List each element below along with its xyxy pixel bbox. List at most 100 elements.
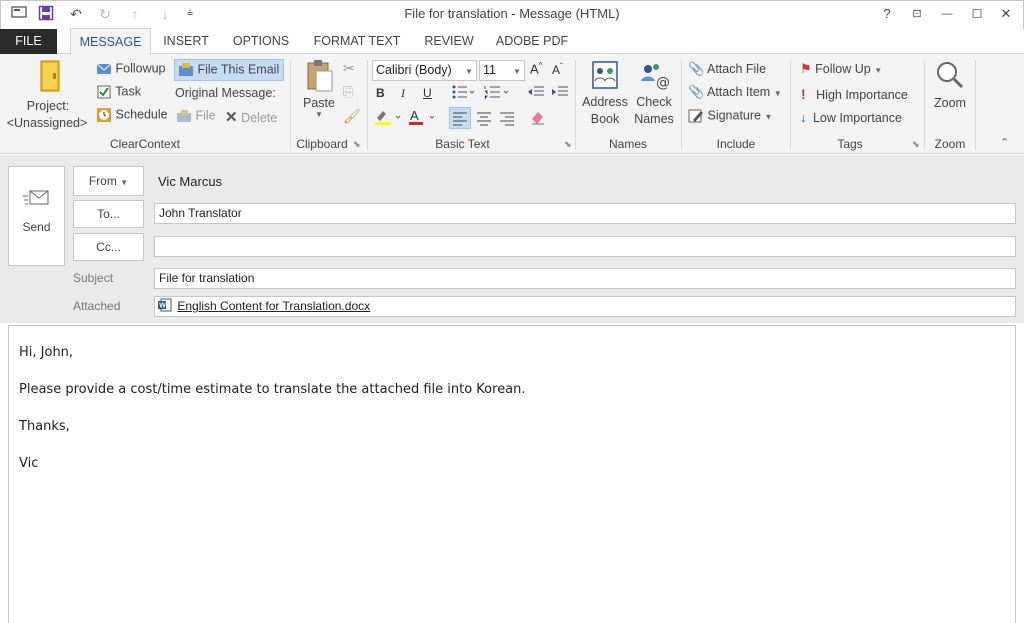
bullets-icon bbox=[452, 85, 475, 99]
align-center-button[interactable] bbox=[475, 108, 493, 131]
tab-format-text[interactable]: FORMAT TEXT bbox=[310, 29, 404, 54]
group-divider bbox=[924, 60, 925, 150]
project-button[interactable]: Project: <Unassigned> bbox=[6, 59, 88, 134]
schedule-button[interactable]: Schedule bbox=[96, 107, 168, 127]
address-book-label-2: Book bbox=[590, 112, 620, 126]
align-left-button[interactable] bbox=[449, 107, 471, 129]
bullets-button[interactable] bbox=[452, 84, 476, 102]
format-painter-icon[interactable]: 🖌 bbox=[343, 108, 361, 125]
grow-font-icon[interactable]: A^ bbox=[530, 61, 542, 76]
maximize-button[interactable]: ☐ bbox=[966, 4, 988, 24]
chevron-down-icon: ▼ bbox=[764, 112, 773, 122]
clipboard-launcher-icon[interactable]: ⬊ bbox=[353, 139, 361, 150]
check-names-button[interactable]: @ Check Names bbox=[632, 59, 676, 134]
tags-launcher-icon[interactable]: ⬊ bbox=[912, 139, 920, 150]
zoom-button[interactable]: Zoom bbox=[929, 59, 971, 129]
flag-icon: ⚑ bbox=[800, 61, 812, 76]
group-divider bbox=[575, 60, 576, 150]
followup-button[interactable]: Followup bbox=[96, 61, 166, 81]
clear-formatting-icon[interactable] bbox=[529, 109, 547, 128]
project-value: <Unassigned> bbox=[6, 116, 88, 130]
help-button[interactable]: ? bbox=[876, 4, 898, 24]
send-button[interactable]: Send bbox=[8, 166, 65, 266]
attach-file-label: Attach File bbox=[706, 62, 767, 76]
from-button[interactable]: From ▼ bbox=[73, 166, 144, 196]
file-label: File bbox=[195, 108, 216, 123]
chevron-down-icon: ▼ bbox=[120, 178, 129, 187]
original-message-label: Original Message: bbox=[175, 86, 276, 100]
attach-item-button[interactable]: 📎 Attach Item ▼ bbox=[688, 84, 782, 100]
task-checkbox-icon bbox=[97, 85, 111, 99]
attachment-link[interactable]: English Content for Translation.docx bbox=[177, 299, 370, 313]
ribbon-display-options-button[interactable]: ⊡ bbox=[906, 4, 928, 24]
tab-review[interactable]: REVIEW bbox=[420, 29, 478, 54]
to-field[interactable]: John Translator bbox=[154, 203, 1016, 224]
address-book-label-1: Address bbox=[582, 95, 628, 109]
paperclip-icon: 📎 bbox=[688, 61, 705, 76]
underline-button[interactable]: U bbox=[423, 86, 432, 100]
font-color-icon: A bbox=[409, 108, 435, 125]
numbering-button[interactable] bbox=[484, 84, 510, 102]
basic-text-launcher-icon[interactable]: ⬊ bbox=[564, 139, 572, 150]
attachment-field[interactable]: W English Content for Translation.docx bbox=[154, 296, 1016, 317]
attach-file-button[interactable]: 📎 Attach File bbox=[688, 61, 766, 77]
delete-button[interactable]: ✕ Delete bbox=[225, 108, 277, 126]
subject-field[interactable]: File for translation bbox=[154, 268, 1016, 289]
cut-icon[interactable]: ✂ bbox=[343, 60, 355, 77]
tab-adobe-pdf[interactable]: ADOBE PDF bbox=[492, 29, 572, 54]
font-size-select[interactable]: 11 ▼ bbox=[479, 60, 525, 81]
cc-field[interactable] bbox=[154, 236, 1016, 257]
message-body[interactable]: Hi, John, Please provide a cost/time est… bbox=[8, 325, 1016, 623]
file-email-icon bbox=[179, 63, 193, 76]
highlighter-icon bbox=[375, 111, 401, 125]
font-name-select[interactable]: Calibri (Body) ▼ bbox=[372, 60, 477, 81]
file-this-email-button[interactable]: File This Email bbox=[174, 59, 285, 81]
group-divider bbox=[681, 60, 682, 150]
font-color-button[interactable]: A bbox=[408, 108, 438, 126]
delete-x-icon: ✕ bbox=[225, 109, 238, 126]
address-book-button[interactable]: Address Book bbox=[579, 59, 631, 134]
highlight-button[interactable] bbox=[374, 108, 404, 126]
tab-options[interactable]: OPTIONS bbox=[228, 29, 294, 54]
svg-text:W: W bbox=[159, 303, 166, 310]
folder-icon bbox=[40, 60, 60, 92]
close-button[interactable]: ✕ bbox=[995, 4, 1017, 24]
decrease-indent-icon[interactable] bbox=[527, 85, 545, 102]
signature-button[interactable]: Signature ▼ bbox=[688, 108, 772, 124]
follow-up-label: Follow Up bbox=[815, 62, 871, 76]
attach-item-label: Attach Item bbox=[706, 85, 771, 99]
low-importance-button[interactable]: ↓ Low Importance bbox=[800, 110, 902, 125]
schedule-label: Schedule bbox=[115, 107, 168, 122]
high-importance-button[interactable]: ! High Importance bbox=[801, 86, 908, 102]
chevron-down-icon: ▼ bbox=[465, 67, 473, 76]
minimize-button[interactable]: — bbox=[936, 4, 958, 24]
file-folder-icon bbox=[177, 110, 191, 122]
high-importance-label: High Importance bbox=[816, 88, 908, 102]
zoom-label: Zoom bbox=[934, 96, 966, 110]
file-button[interactable]: File bbox=[176, 108, 216, 124]
followup-envelope-icon bbox=[96, 63, 112, 74]
copy-icon[interactable]: ⎘ bbox=[343, 84, 353, 100]
low-importance-label: Low Importance bbox=[812, 111, 902, 125]
cc-button[interactable]: Cc... bbox=[73, 233, 144, 261]
increase-indent-icon[interactable] bbox=[551, 85, 569, 102]
tab-message[interactable]: MESSAGE bbox=[70, 28, 151, 55]
to-button[interactable]: To... bbox=[73, 200, 144, 228]
align-right-button[interactable] bbox=[498, 108, 516, 131]
paste-button[interactable]: Paste ▼ bbox=[300, 59, 338, 129]
tab-file[interactable]: FILE bbox=[0, 29, 57, 54]
chevron-down-icon: ▼ bbox=[513, 67, 521, 76]
names-group-label: Names bbox=[608, 137, 647, 151]
group-divider bbox=[290, 60, 291, 150]
collapse-ribbon-icon[interactable]: ⌃ bbox=[1000, 136, 1009, 149]
bold-button[interactable]: B bbox=[376, 86, 385, 100]
send-envelope-icon bbox=[22, 190, 48, 205]
shrink-font-icon[interactable]: Aˇ bbox=[552, 62, 563, 77]
clipboard-group-label: Clipboard bbox=[296, 137, 348, 151]
tab-insert[interactable]: INSERT bbox=[160, 29, 212, 54]
italic-button[interactable]: I bbox=[401, 86, 405, 101]
task-button[interactable]: Task bbox=[96, 84, 141, 104]
send-label: Send bbox=[22, 220, 51, 234]
file-this-email-label: File This Email bbox=[197, 62, 280, 77]
follow-up-button[interactable]: ⚑ Follow Up ▼ bbox=[800, 61, 882, 77]
